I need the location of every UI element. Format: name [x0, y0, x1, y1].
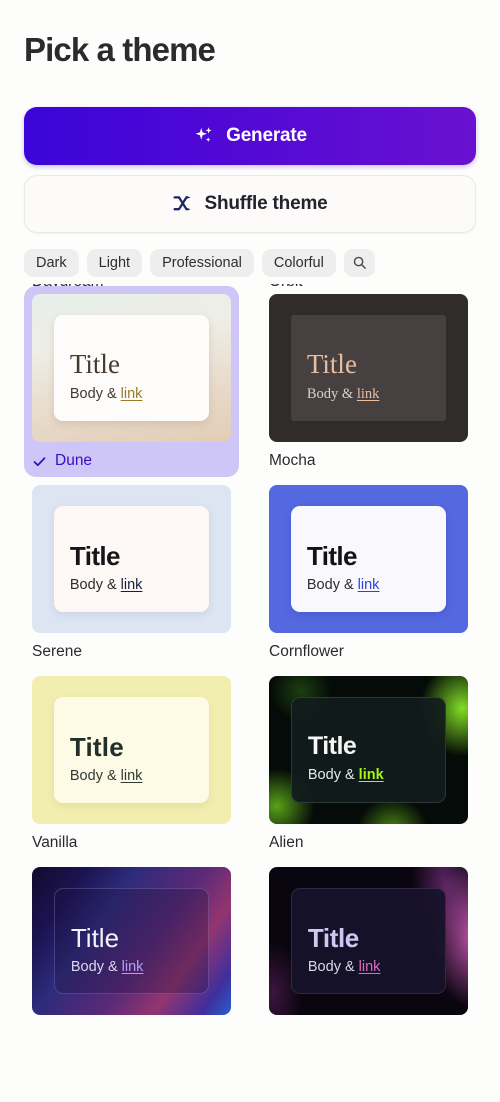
preview-body: Body & link: [307, 387, 430, 402]
theme-preview-swatch: Title Body & link: [269, 485, 468, 633]
theme-name: Alien: [269, 834, 304, 851]
theme-preview-inner: Title Body & link: [53, 505, 210, 613]
shuffle-theme-button[interactable]: Shuffle theme: [24, 174, 476, 233]
preview-body: Body & link: [69, 767, 193, 784]
theme-preview-swatch: Title Body & link: [269, 676, 468, 824]
theme-label-row: Cornflower: [269, 642, 468, 662]
theme-label-row: Dune: [32, 451, 231, 471]
theme-card-dune[interactable]: Title Body & link Dune: [24, 286, 239, 477]
preview-body-prefix: Body &: [70, 958, 122, 975]
preview-body-prefix: Body &: [69, 386, 121, 403]
theme-name: Serene: [32, 643, 82, 660]
theme-card-vanilla[interactable]: Title Body & link Vanilla: [24, 668, 239, 859]
theme-label-row: Alien: [269, 833, 468, 853]
preview-body-prefix: Body &: [69, 576, 121, 593]
theme-preview-inner: Title Body & link: [53, 696, 210, 804]
preview-link[interactable]: link: [121, 386, 143, 402]
theme-name: Mocha: [269, 452, 316, 469]
sparkle-icon: [193, 125, 215, 147]
theme-name: Dune: [55, 452, 93, 469]
theme-preview-inner: Title Body & link: [290, 314, 447, 422]
page-title: Pick a theme: [24, 31, 216, 68]
shuffle-icon: [172, 193, 193, 214]
theme-preview-swatch: Title Body & link: [32, 485, 231, 633]
theme-label-row: Serene: [32, 642, 231, 662]
theme-preview-swatch: Title Body & link: [269, 294, 468, 442]
theme-label-row: [269, 1024, 468, 1044]
theme-card-serene[interactable]: Title Body & link Serene: [24, 477, 239, 668]
preview-body: Body & link: [308, 768, 429, 783]
theme-preview-inner: Title Body & link: [53, 314, 210, 422]
filter-chip-label: Colorful: [273, 254, 324, 271]
filter-chip-label: Light: [98, 254, 131, 271]
preview-body: Body & link: [69, 576, 193, 593]
theme-label-row: Mocha: [269, 451, 468, 471]
preview-body: Body & link: [70, 958, 192, 975]
theme-preview-swatch: Title Body & link: [32, 294, 231, 442]
theme-preview-inner: Title Body & link: [290, 505, 447, 613]
preview-title: Title: [307, 732, 357, 761]
preview-link[interactable]: link: [359, 767, 384, 783]
theme-preview-inner: Title Body & link: [290, 696, 447, 804]
search-icon: [352, 255, 367, 270]
theme-preview-inner: Title Body & link: [290, 887, 447, 995]
preview-body-prefix: Body &: [306, 576, 358, 593]
check-icon: [32, 454, 47, 469]
theme-card-orchid[interactable]: Title Body & link: [261, 859, 476, 1050]
theme-card-alien[interactable]: Title Body & link Alien: [261, 668, 476, 859]
theme-preview-swatch: Title Body & link: [269, 867, 468, 1015]
preview-body: Body & link: [306, 576, 430, 593]
preview-link[interactable]: link: [358, 577, 380, 593]
preview-body: Body & link: [70, 387, 193, 402]
preview-body-prefix: Body &: [307, 958, 359, 975]
preview-title: Title: [69, 731, 124, 762]
preview-title: Title: [306, 349, 357, 380]
preview-body-prefix: Body &: [306, 386, 357, 403]
preview-body-prefix: Body &: [307, 767, 359, 784]
preview-title: Title: [70, 922, 120, 953]
theme-preview-inner: Title Body & link: [53, 887, 210, 995]
theme-name: Cornflower: [269, 643, 344, 660]
filter-chip-label: Dark: [36, 254, 67, 271]
theme-preview-swatch: Title Body & link: [32, 676, 231, 824]
filter-chip-row: Dark Light Professional Colorful: [24, 248, 476, 277]
theme-name: Vanilla: [32, 834, 78, 851]
preview-title: Title: [69, 349, 120, 380]
theme-card-mocha[interactable]: Title Body & link Mocha: [261, 286, 476, 477]
preview-title: Title: [307, 922, 359, 953]
theme-label-row: Vanilla: [32, 833, 231, 853]
preview-link[interactable]: link: [121, 577, 143, 593]
filter-chip-label: Professional: [162, 254, 242, 271]
theme-label-row: [32, 1024, 231, 1044]
filter-chip-light[interactable]: Light: [86, 248, 143, 277]
action-buttons: Generate Shuffle theme: [24, 106, 476, 233]
preview-link[interactable]: link: [121, 768, 143, 784]
preview-body-prefix: Body &: [69, 767, 121, 784]
preview-title: Title: [69, 540, 121, 571]
filter-chip-colorful[interactable]: Colorful: [261, 248, 336, 277]
theme-card-nebula[interactable]: Title Body & link: [24, 859, 239, 1050]
theme-preview-swatch: Title Body & link: [32, 867, 231, 1015]
theme-grid: Title Body & link Dune Title Body & link: [24, 286, 476, 1050]
filter-chip-dark[interactable]: Dark: [24, 248, 79, 277]
preview-link[interactable]: link: [122, 959, 144, 975]
theme-picker-panel: Pick a theme Generate Shuffle theme Dark…: [0, 0, 500, 1102]
theme-card-cornflower[interactable]: Title Body & link Cornflower: [261, 477, 476, 668]
preview-link[interactable]: link: [359, 959, 381, 975]
preview-link[interactable]: link: [357, 386, 380, 402]
search-button[interactable]: [343, 248, 375, 277]
generate-button[interactable]: Generate: [24, 106, 476, 165]
preview-body: Body & link: [307, 958, 429, 975]
shuffle-theme-label: Shuffle theme: [204, 192, 328, 214]
filter-chip-professional[interactable]: Professional: [150, 248, 254, 277]
preview-title: Title: [306, 540, 358, 571]
generate-button-label: Generate: [226, 124, 307, 146]
